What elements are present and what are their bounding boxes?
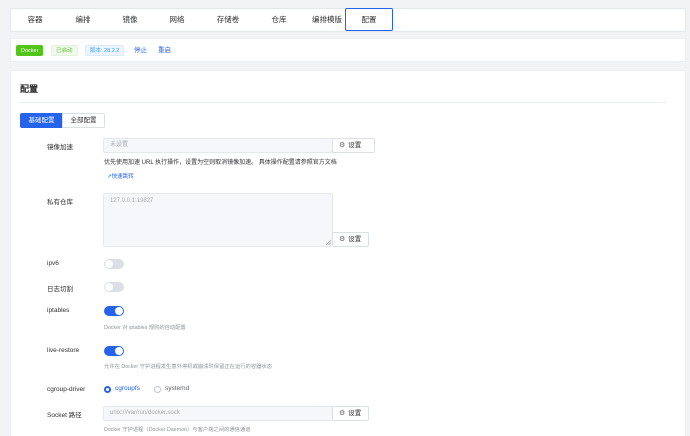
stop-button[interactable]: 停止 xyxy=(134,45,147,56)
socket-input[interactable]: unix:///var/run/docker.sock xyxy=(103,406,333,421)
socket-hint: Docker 守护进程（Docker Daemon）与客户端之间的通信通道 xyxy=(104,427,251,433)
tab-containers[interactable]: 容器 xyxy=(11,9,59,31)
log-rotate-label: 日志切割 xyxy=(47,286,73,293)
resize-handle-icon[interactable] xyxy=(326,240,331,245)
basic-config-tab[interactable]: 基础配置 xyxy=(20,113,63,128)
ipv6-label: ipv6 xyxy=(47,260,59,267)
tab-images[interactable]: 镜像 xyxy=(107,9,153,31)
iptables-hint: Docker 对 iptables 规则的自动配置 xyxy=(104,325,186,331)
cgroupfs-label[interactable]: cgroupfs xyxy=(115,385,140,392)
mirror-help: 优先使用加速 URL 执行操作，设置为空则取消镜像加速。 具体操作配置请参照官方… xyxy=(104,160,337,166)
restart-button[interactable]: 重启 xyxy=(158,45,171,56)
iptables-label: iptables xyxy=(47,307,70,314)
config-card: 配置 基础配置 全部配置 镜像加速 未设置 ⚙ 设置 优先使用加速 URL 执行操… xyxy=(10,70,686,436)
mirror-set-label: 设置 xyxy=(348,142,362,149)
live-restore-hint: 允许在 Docker 守护进程发生意外停机或崩溃时保留正在运行的容器状态 xyxy=(104,364,273,370)
tab-compose[interactable]: 编排 xyxy=(59,9,107,31)
live-restore-toggle[interactable] xyxy=(104,346,124,356)
gear-icon: ⚙ xyxy=(339,236,346,243)
version-badge: 版本: 28.2.2 xyxy=(85,45,125,56)
toggle-knob xyxy=(105,283,113,291)
gear-icon: ⚙ xyxy=(339,410,346,417)
docker-badge: Docker xyxy=(16,45,44,56)
mirror-label: 镜像加速 xyxy=(47,144,73,151)
iptables-toggle[interactable] xyxy=(104,306,124,316)
registry-set-button[interactable]: ⚙ 设置 xyxy=(332,232,369,247)
mirror-set-button[interactable]: ⚙ 设置 xyxy=(332,138,375,153)
card-title: 配置 xyxy=(20,84,39,94)
card-divider xyxy=(19,102,667,103)
toggle-knob xyxy=(105,260,113,268)
quick-jump-link[interactable]: ↗快速跳转 xyxy=(107,172,134,180)
status-bar: Docker 已启动 版本: 28.2.2 停止 重启 xyxy=(10,38,686,62)
tab-repositories[interactable]: 仓库 xyxy=(255,9,303,31)
tab-compose-templates[interactable]: 编排模版 xyxy=(303,9,351,31)
toggle-knob xyxy=(115,307,123,315)
socket-set-label: 设置 xyxy=(348,410,362,417)
registry-set-label: 设置 xyxy=(348,236,362,243)
cgroup-label: cgroup-driver xyxy=(47,386,86,393)
ipv6-toggle[interactable] xyxy=(104,259,124,269)
socket-label: Socket 路径 xyxy=(47,412,82,419)
socket-set-button[interactable]: ⚙ 设置 xyxy=(332,406,369,421)
status-badge: 已启动 xyxy=(51,45,78,56)
gear-icon: ⚙ xyxy=(339,142,346,149)
mirror-input[interactable]: 未设置 xyxy=(103,138,333,153)
cgroupfs-radio[interactable] xyxy=(104,386,111,393)
systemd-radio[interactable] xyxy=(154,386,161,393)
tab-settings[interactable]: 配置 xyxy=(345,8,393,31)
registry-label: 私有仓库 xyxy=(47,199,73,206)
toggle-knob xyxy=(115,347,123,355)
registry-textarea[interactable]: 127.0.0.1:19827 xyxy=(103,193,333,247)
systemd-label[interactable]: systemd xyxy=(165,385,189,392)
log-rotate-toggle[interactable] xyxy=(104,282,124,292)
tab-networks[interactable]: 网络 xyxy=(153,9,201,31)
all-config-tab[interactable]: 全部配置 xyxy=(62,113,105,128)
top-tabs: 容器 编排 镜像 网络 存储卷 仓库 编排模版 配置 xyxy=(10,8,686,32)
tab-volumes[interactable]: 存储卷 xyxy=(201,9,255,31)
live-restore-label: live-restore xyxy=(47,347,80,354)
